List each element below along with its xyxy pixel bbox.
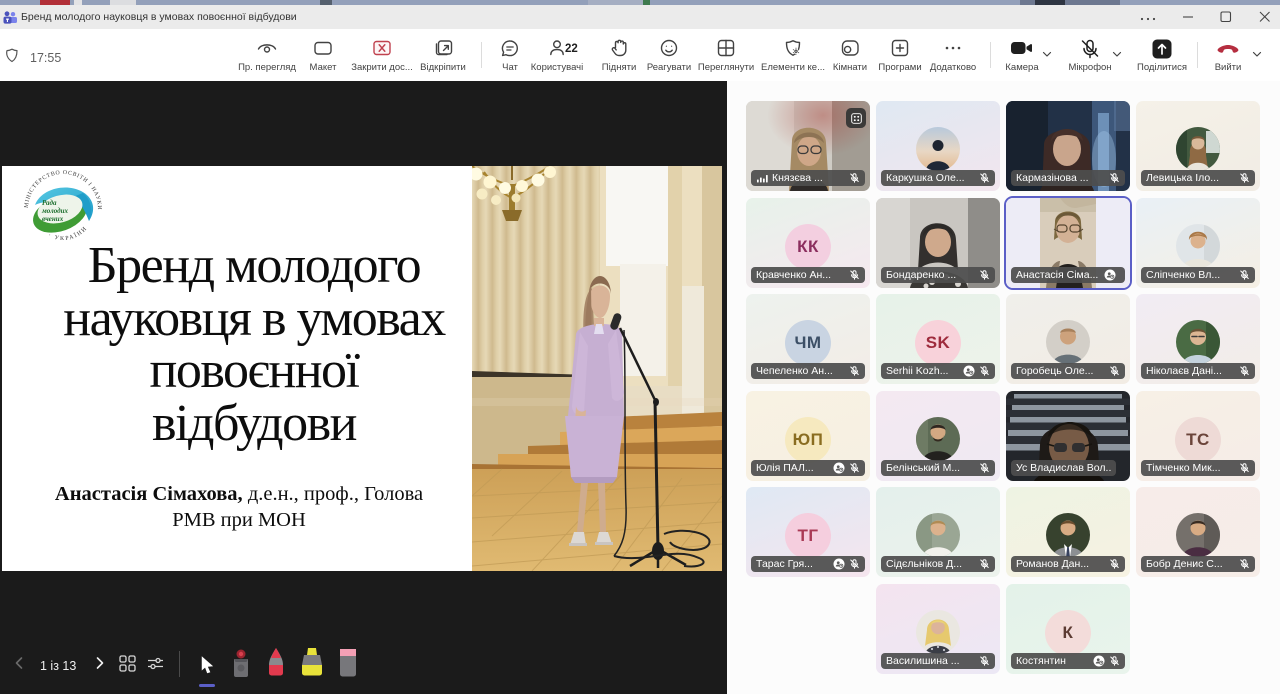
svg-text:вчених: вчених: [42, 215, 64, 223]
svg-text:молодих: молодих: [41, 207, 68, 215]
svg-text:Рада: Рада: [42, 199, 57, 207]
